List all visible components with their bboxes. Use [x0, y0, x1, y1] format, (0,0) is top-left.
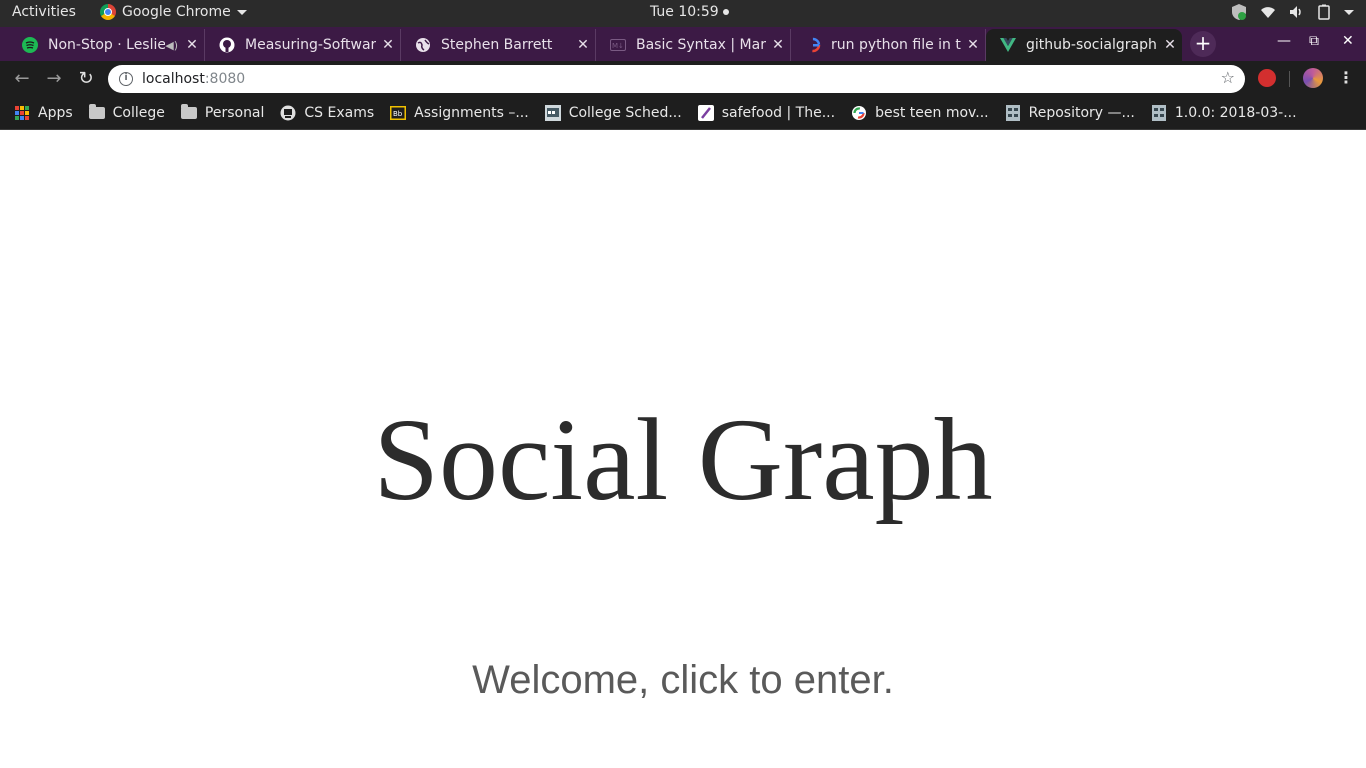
tab-title: Measuring-Softwar	[245, 37, 376, 53]
shield-icon[interactable]	[1230, 3, 1248, 21]
system-top-bar: Activities Google Chrome Tue 10:59	[0, 0, 1366, 27]
tab-title: Basic Syntax | Mark	[636, 37, 766, 53]
folder-icon	[88, 104, 105, 121]
tab-stephen-barrett[interactable]: Stephen Barrett ✕	[401, 29, 596, 61]
vue-icon	[1000, 37, 1016, 53]
tab-spotify[interactable]: Non-Stop · Leslie ◀) ✕	[8, 29, 205, 61]
browser-toolbar: ← → ↻ i localhost:8080 ☆ ⋮	[0, 61, 1366, 97]
repository-icon	[1005, 105, 1021, 121]
tab-github-socialgraph[interactable]: github-socialgraph ✕	[986, 29, 1182, 61]
bookmark-cs-exams[interactable]: CS Exams	[280, 105, 374, 121]
window-close-icon[interactable]: ✕	[1342, 33, 1354, 49]
url-port: :8080	[204, 71, 246, 87]
tab-title: Stephen Barrett	[441, 37, 553, 53]
close-icon[interactable]: ✕	[1158, 37, 1182, 53]
tab-google-search[interactable]: run python file in te ✕	[791, 29, 986, 61]
activities-button[interactable]: Activities	[12, 4, 76, 20]
tab-strip: Non-Stop · Leslie ◀) ✕ Measuring-Softwar…	[0, 27, 1366, 61]
apps-grid-icon	[14, 105, 30, 121]
bookmark-label: College Sched...	[568, 105, 682, 121]
chevron-down-icon	[236, 9, 247, 15]
bookmark-repository[interactable]: Repository —...	[1005, 105, 1135, 121]
maximize-icon[interactable]: ⧉	[1309, 33, 1319, 49]
page-content: Social Graph Welcome, click to enter.	[0, 131, 1366, 768]
system-tray[interactable]	[1230, 3, 1354, 21]
new-tab-button[interactable]: +	[1190, 31, 1216, 57]
bookmark-college[interactable]: College	[88, 104, 165, 121]
close-icon[interactable]: ✕	[571, 37, 595, 53]
document-icon	[1151, 105, 1167, 121]
bookmark-label: best teen mov...	[875, 105, 989, 121]
chevron-down-icon	[1344, 9, 1354, 15]
avatar[interactable]	[1303, 68, 1323, 88]
svg-text:Bb: Bb	[393, 110, 403, 118]
site-info-icon[interactable]: i	[119, 72, 133, 86]
menu-kebab-icon[interactable]: ⋮	[1338, 68, 1354, 87]
globe-icon	[415, 37, 431, 53]
notification-dot-icon	[722, 9, 729, 15]
bookmark-apps[interactable]: Apps	[14, 105, 73, 121]
forward-arrow-icon[interactable]: →	[42, 67, 66, 91]
app-menu-label: Google Chrome	[122, 4, 231, 20]
page-title: Social Graph	[373, 394, 993, 525]
bookmark-safefood[interactable]: safefood | The...	[697, 105, 836, 121]
google-icon	[851, 105, 867, 121]
url-host: localhost	[142, 71, 205, 87]
bookmark-college-schedule[interactable]: College Sched...	[544, 105, 682, 121]
bookmark-label: Apps	[38, 105, 73, 121]
tab-title: run python file in te	[831, 37, 961, 53]
app-menu[interactable]: Google Chrome	[100, 4, 247, 20]
folder-icon	[180, 104, 197, 121]
bookmark-star-icon[interactable]: ☆	[1221, 68, 1235, 87]
bookmark-label: CS Exams	[304, 105, 375, 121]
tab-github[interactable]: Measuring-Softwar ✕	[205, 29, 401, 61]
tab-title: github-socialgraph	[1026, 37, 1157, 53]
adblock-extension-icon[interactable]	[1258, 69, 1276, 87]
reload-icon[interactable]: ↻	[74, 67, 98, 91]
toolbar-divider	[1289, 71, 1290, 87]
volume-icon[interactable]	[1288, 4, 1304, 20]
close-icon[interactable]: ✕	[180, 37, 204, 53]
google-icon	[805, 37, 821, 53]
tab-title: Non-Stop · Leslie	[48, 37, 166, 53]
bookmark-label: College	[112, 105, 165, 121]
back-arrow-icon[interactable]: ←	[10, 67, 34, 91]
exams-icon	[280, 105, 296, 121]
close-icon[interactable]: ✕	[376, 37, 400, 53]
bookmark-assignments[interactable]: Bb Assignments –...	[390, 105, 529, 121]
markdown-icon: M↓	[610, 37, 626, 53]
svg-text:M↓: M↓	[612, 42, 624, 50]
github-icon	[219, 37, 235, 53]
close-icon[interactable]: ✕	[961, 37, 985, 53]
schedule-icon	[544, 105, 561, 121]
spotify-icon	[22, 37, 38, 53]
blackboard-icon: Bb	[390, 105, 407, 121]
chrome-icon	[100, 4, 116, 20]
bookmark-label: Personal	[204, 105, 265, 121]
minimize-icon[interactable]: —	[1277, 33, 1291, 49]
bookmark-label: Repository —...	[1028, 105, 1135, 121]
enter-link[interactable]: Welcome, click to enter.	[0, 658, 1366, 703]
bookmark-label: 1.0.0: 2018-03-...	[1174, 105, 1297, 121]
safefood-icon	[697, 105, 714, 121]
bookmark-teen-movies[interactable]: best teen mov...	[851, 105, 989, 121]
speaker-icon[interactable]: ◀)	[165, 39, 178, 52]
battery-icon[interactable]	[1316, 4, 1332, 20]
bookmarks-bar: Apps College Personal CS Exams Bb Assign…	[0, 97, 1366, 130]
close-icon[interactable]: ✕	[766, 37, 790, 53]
address-bar[interactable]: i localhost:8080 ☆	[108, 65, 1245, 93]
bookmark-label: Assignments –...	[414, 105, 529, 121]
bookmark-label: safefood | The...	[721, 105, 836, 121]
clock-label: Tue 10:59	[650, 4, 719, 20]
tab-markdown[interactable]: M↓ Basic Syntax | Mark ✕	[596, 29, 791, 61]
bookmark-release-notes[interactable]: 1.0.0: 2018-03-...	[1151, 105, 1297, 121]
bookmark-personal[interactable]: Personal	[180, 104, 265, 121]
clock[interactable]: Tue 10:59	[650, 4, 729, 20]
wifi-icon[interactable]	[1260, 4, 1276, 20]
